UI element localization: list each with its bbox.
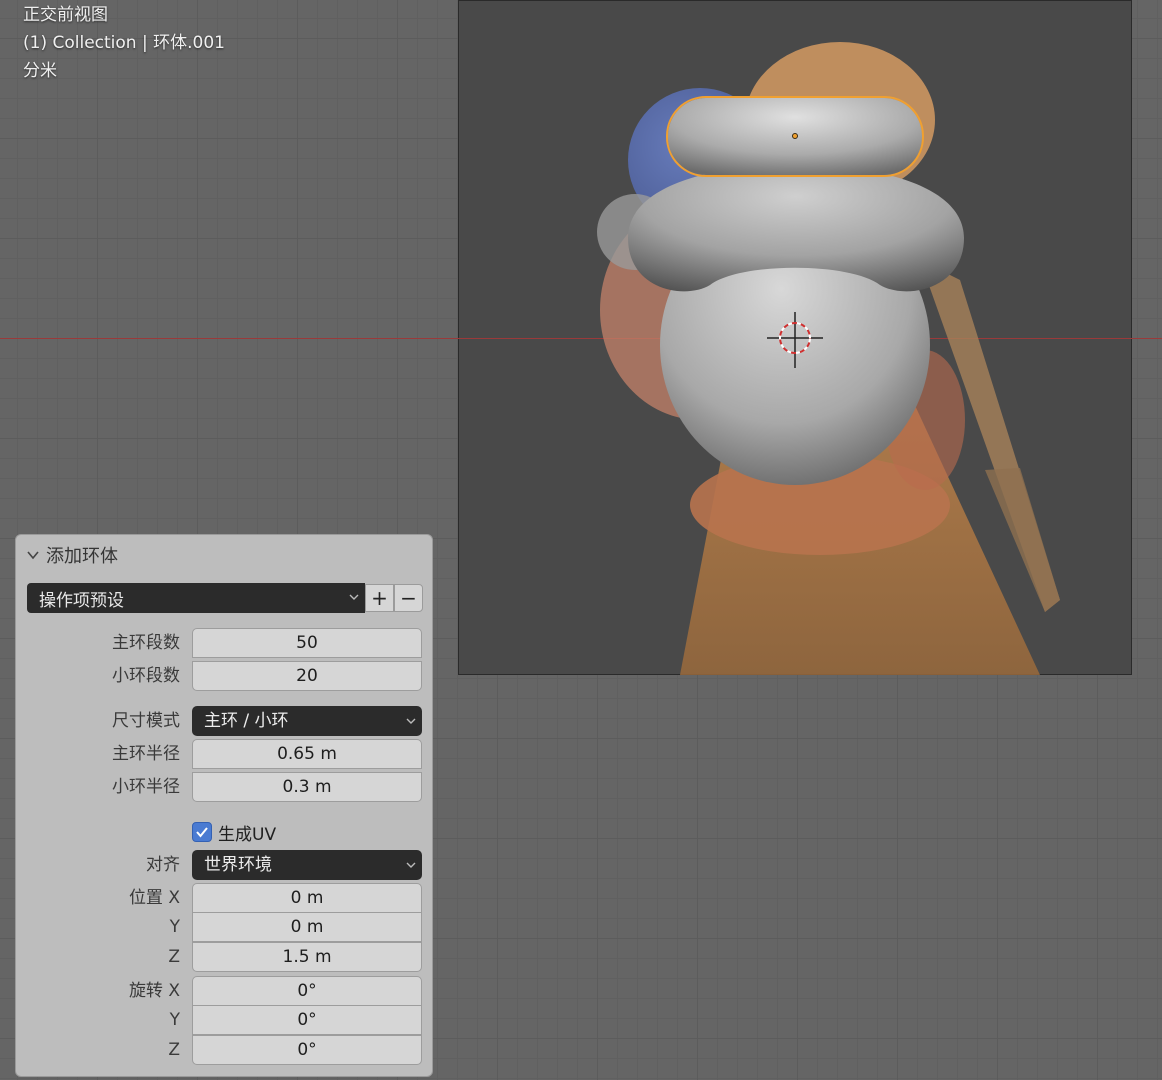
- align-dropdown[interactable]: 世界环境: [192, 850, 422, 880]
- rotation-x-label: 旋转 X: [128, 981, 180, 1001]
- object-origin-dot: [792, 133, 798, 139]
- operator-panel-title: 添加环体: [46, 546, 118, 567]
- generate-uv-checkbox[interactable]: [192, 822, 212, 842]
- rotation-y-label: Y: [169, 1010, 180, 1030]
- generate-uv-toggle[interactable]: 生成UV: [192, 819, 276, 845]
- location-y-label: Y: [169, 917, 180, 937]
- checkmark-icon: [196, 827, 208, 838]
- preset-row: 操作项预设 + −: [27, 583, 423, 613]
- operator-panel-header[interactable]: 添加环体: [26, 541, 118, 569]
- location-z-field[interactable]: 1.5 m: [192, 942, 422, 972]
- minor-segments-label: 小环段数: [112, 666, 180, 686]
- dimensions-mode-value: 主环 / 小环: [204, 711, 289, 731]
- operator-panel: 添加环体 操作项预设 + − 主环段数 50 小环段数 20 尺寸模式 主环 /…: [15, 534, 433, 1077]
- chevron-down-icon: [406, 862, 416, 868]
- generate-uv-label: 生成UV: [218, 824, 277, 845]
- rotation-y-field[interactable]: 0°: [192, 1005, 422, 1035]
- major-segments-label: 主环段数: [112, 633, 180, 653]
- remove-preset-button[interactable]: −: [394, 584, 423, 612]
- add-preset-button[interactable]: +: [365, 584, 394, 612]
- minor-radius-label: 小环半径: [112, 777, 180, 797]
- preset-dropdown[interactable]: 操作项预设: [27, 583, 365, 613]
- major-segments-field[interactable]: 50: [192, 628, 422, 658]
- major-radius-label: 主环半径: [112, 744, 180, 764]
- minor-segments-field[interactable]: 20: [192, 661, 422, 691]
- location-z-label: Z: [168, 947, 180, 967]
- dimensions-mode-label: 尺寸模式: [112, 711, 180, 731]
- dimensions-mode-dropdown[interactable]: 主环 / 小环: [192, 706, 422, 736]
- rotation-z-field[interactable]: 0°: [192, 1035, 422, 1065]
- chevron-down-icon: [349, 594, 359, 600]
- location-x-field[interactable]: 0 m: [192, 883, 422, 913]
- chevron-down-icon: [406, 718, 416, 724]
- rotation-x-field[interactable]: 0°: [192, 976, 422, 1006]
- rotation-z-label: Z: [168, 1040, 180, 1060]
- preset-dropdown-label: 操作项预设: [39, 590, 124, 611]
- minor-radius-field[interactable]: 0.3 m: [192, 772, 422, 802]
- major-radius-field[interactable]: 0.65 m: [192, 739, 422, 769]
- chevron-down-icon: [27, 551, 39, 560]
- location-y-field[interactable]: 0 m: [192, 912, 422, 942]
- location-x-label: 位置 X: [128, 888, 180, 908]
- align-label: 对齐: [146, 855, 180, 875]
- align-value: 世界环境: [204, 855, 272, 875]
